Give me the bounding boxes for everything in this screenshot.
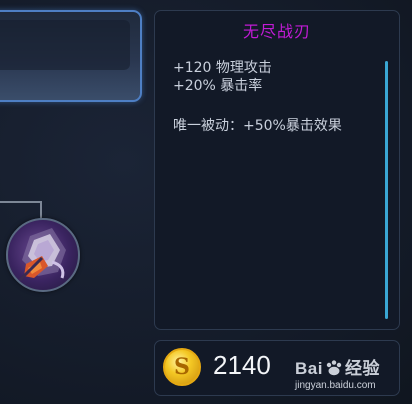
baidu-logo-text-right: 经验	[344, 359, 380, 378]
item-name: 无尽战刃	[242, 22, 311, 41]
paw-icon	[326, 360, 342, 376]
stat-physical-attack: +120 物理攻击	[173, 60, 272, 76]
item-price: 2140	[213, 350, 271, 380]
item-stats: +120 物理攻击 +20% 暴击率	[173, 59, 272, 95]
detail-scrollbar[interactable]	[385, 61, 388, 319]
gold-coin-icon: S	[163, 348, 201, 386]
baidu-url: jingyan.baidu.com	[295, 380, 376, 391]
baidu-logo-text-left: Bai	[295, 359, 323, 378]
item-detail-panel: 无尽战刃 +120 物理攻击 +20% 暴击率 唯一被动：+50%暴击效果	[154, 10, 400, 330]
stat-crit-rate: +20% 暴击率	[173, 78, 263, 94]
baidu-logo: Bai 经验	[295, 354, 380, 379]
top-left-panel[interactable]	[0, 10, 142, 102]
item-passive: 唯一被动：+50%暴击效果	[173, 118, 342, 134]
sword-icon	[18, 228, 66, 282]
baidu-watermark: Bai 经验 jingyan.baidu.com	[295, 354, 380, 391]
price-bar: S 2140 Bai 经验 jingyan.baidu.com	[154, 340, 400, 396]
sword-item-icon[interactable]	[6, 218, 80, 292]
top-left-panel-inner	[0, 20, 130, 70]
